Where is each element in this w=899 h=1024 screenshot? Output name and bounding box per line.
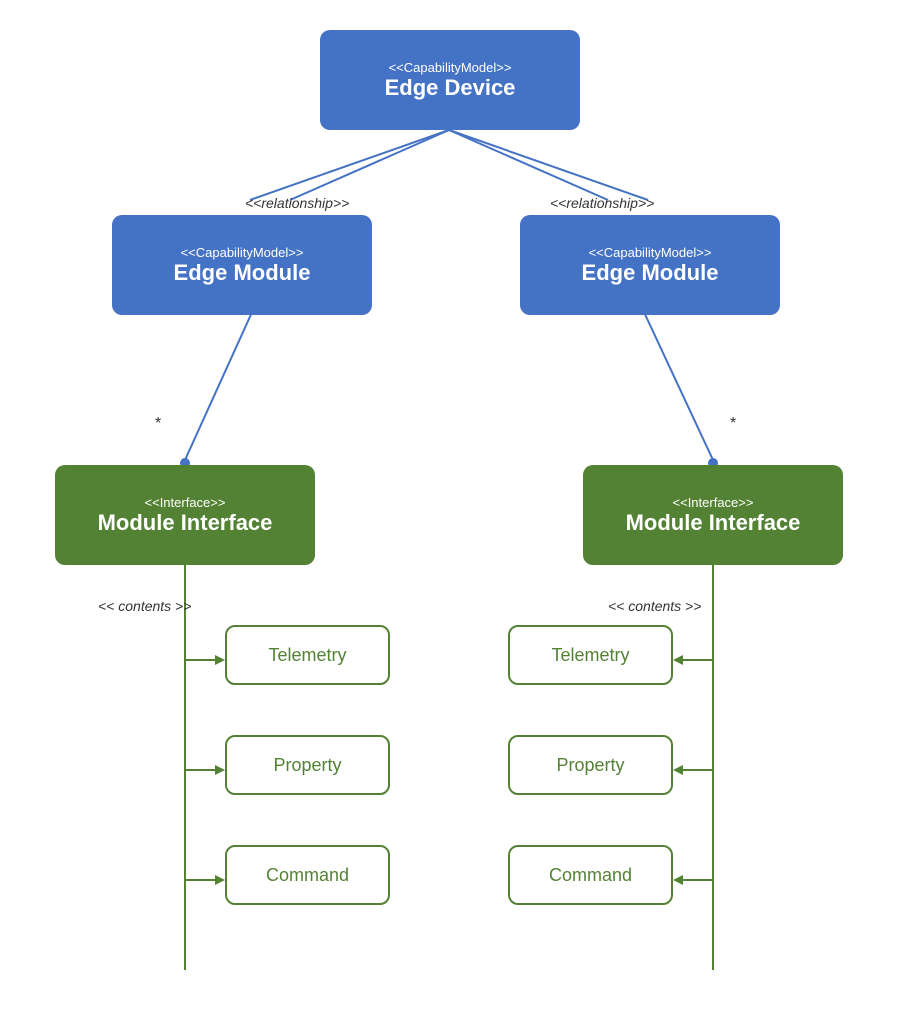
- contents-label-right: << contents >>: [608, 598, 701, 614]
- contents-label-left: << contents >>: [98, 598, 191, 614]
- relationship-label-left: <<relationship>>: [245, 195, 349, 211]
- property-left-box: Property: [225, 735, 390, 795]
- edge-device-stereotype: <<CapabilityModel>>: [389, 60, 512, 75]
- command-right-label: Command: [549, 865, 632, 886]
- command-left-label: Command: [266, 865, 349, 886]
- property-right-box: Property: [508, 735, 673, 795]
- module-interface-left-title: Module Interface: [98, 510, 273, 536]
- edge-device-title: Edge Device: [385, 75, 516, 101]
- edge-module-left-stereotype: <<CapabilityModel>>: [181, 245, 304, 260]
- multiplicity-left: *: [155, 415, 161, 433]
- module-interface-right-node: <<Interface>> Module Interface: [583, 465, 843, 565]
- telemetry-left-box: Telemetry: [225, 625, 390, 685]
- module-interface-left-stereotype: <<Interface>>: [145, 495, 226, 510]
- relationship-label-right: <<relationship>>: [550, 195, 654, 211]
- edge-device-node: <<CapabilityModel>> Edge Device: [320, 30, 580, 130]
- command-right-box: Command: [508, 845, 673, 905]
- module-interface-right-stereotype: <<Interface>>: [673, 495, 754, 510]
- property-right-label: Property: [556, 755, 624, 776]
- module-interface-right-title: Module Interface: [626, 510, 801, 536]
- telemetry-right-box: Telemetry: [508, 625, 673, 685]
- edge-module-left-title: Edge Module: [174, 260, 311, 286]
- edge-module-right-node: <<CapabilityModel>> Edge Module: [520, 215, 780, 315]
- diagram-container: <<CapabilityModel>> Edge Device <<relati…: [0, 0, 899, 1024]
- edge-module-right-stereotype: <<CapabilityModel>>: [589, 245, 712, 260]
- telemetry-left-label: Telemetry: [268, 645, 346, 666]
- command-left-box: Command: [225, 845, 390, 905]
- multiplicity-right: *: [730, 415, 736, 433]
- module-interface-left-node: <<Interface>> Module Interface: [55, 465, 315, 565]
- telemetry-right-label: Telemetry: [551, 645, 629, 666]
- edge-module-left-node: <<CapabilityModel>> Edge Module: [112, 215, 372, 315]
- property-left-label: Property: [273, 755, 341, 776]
- edge-module-right-title: Edge Module: [582, 260, 719, 286]
